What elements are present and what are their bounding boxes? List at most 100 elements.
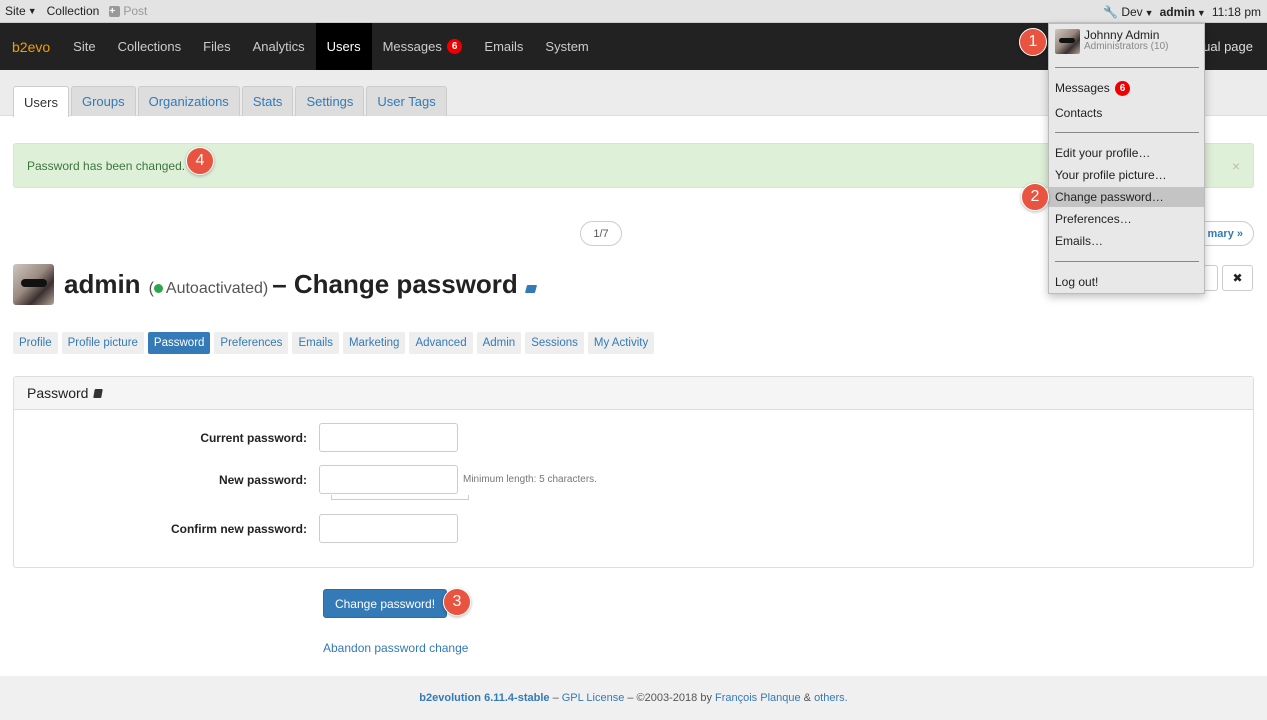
subtab-admin[interactable]: Admin bbox=[476, 332, 522, 354]
current-password-row: Current password: bbox=[14, 423, 458, 452]
confirm-password-row: Confirm new password: bbox=[14, 514, 458, 543]
nav-site[interactable]: Site bbox=[62, 23, 106, 70]
subtab-preferences[interactable]: Preferences bbox=[214, 332, 289, 354]
subtab-sessions[interactable]: Sessions bbox=[525, 332, 584, 354]
nav-emails[interactable]: Emails bbox=[473, 23, 534, 70]
subtab-profile[interactable]: Profile bbox=[13, 332, 58, 354]
password-panel: Password Current password: New password:… bbox=[13, 376, 1254, 568]
system-bar: Site ▼ Collection + Post 🔧 Dev ▼ admin ▼ 11:… bbox=[0, 0, 1267, 23]
new-password-label: New password: bbox=[218, 472, 307, 487]
avatar bbox=[1055, 29, 1080, 54]
post-link[interactable]: + Post bbox=[109, 4, 147, 18]
tab-users[interactable]: Users bbox=[13, 86, 69, 117]
menu-item-emails[interactable]: Emails… bbox=[1049, 231, 1204, 251]
tab-settings[interactable]: Settings bbox=[295, 86, 365, 116]
footer-separator: – bbox=[549, 692, 562, 704]
messages-badge: 6 bbox=[1114, 80, 1131, 96]
step-callout-1: 1 bbox=[1019, 28, 1047, 56]
user-menu[interactable]: admin ▼ bbox=[1160, 5, 1206, 19]
avatar[interactable] bbox=[13, 263, 54, 305]
menu-item-contacts[interactable]: Contacts bbox=[1049, 103, 1204, 123]
menu-item-change-password[interactable]: Change password… bbox=[1049, 187, 1204, 207]
nav-users[interactable]: Users bbox=[315, 23, 372, 70]
subtab-advanced[interactable]: Advanced bbox=[409, 332, 473, 354]
menu-item-messages-label: Messages bbox=[1055, 81, 1110, 95]
change-password-button[interactable]: Change password! bbox=[323, 589, 447, 618]
footer-license-link[interactable]: GPL License bbox=[562, 692, 625, 704]
alert-message: Password has been changed. bbox=[27, 158, 186, 173]
messages-badge: 6 bbox=[446, 39, 463, 54]
menu-item-logout[interactable]: Log out! bbox=[1049, 272, 1204, 292]
nav-files[interactable]: Files bbox=[192, 23, 241, 70]
wrench-icon: 🔧 bbox=[1103, 4, 1118, 19]
footer: b2evolution 6.11.4-stable – GPL License … bbox=[0, 676, 1267, 720]
menu-item-profile-picture[interactable]: Your profile picture… bbox=[1049, 165, 1204, 185]
panel-header: Password bbox=[14, 377, 1253, 410]
user-pager[interactable]: 1/7 bbox=[580, 221, 622, 246]
caret-down-icon: ▼ bbox=[1196, 7, 1206, 18]
dev-menu[interactable]: 🔧 Dev ▼ bbox=[1103, 5, 1154, 19]
clock-time: 11:18 pm bbox=[1211, 4, 1261, 19]
collection-link[interactable]: Collection bbox=[47, 4, 100, 18]
footer-amp: & bbox=[800, 692, 815, 704]
step-callout-3: 3 bbox=[443, 588, 471, 616]
new-password-hint: Minimum length: 5 characters. bbox=[463, 474, 597, 485]
dropdown-user-name: Johnny Admin bbox=[1084, 28, 1160, 42]
manual-book-icon[interactable] bbox=[93, 388, 104, 398]
footer-others-link[interactable]: others. bbox=[814, 692, 848, 704]
confirm-password-input[interactable] bbox=[319, 514, 458, 543]
menu-item-edit-profile[interactable]: Edit your profile… bbox=[1049, 143, 1204, 163]
dropdown-user-info[interactable]: Johnny Admin Administrators (10) bbox=[1055, 29, 1168, 54]
nav-messages[interactable]: Messages 6 bbox=[372, 23, 474, 70]
current-password-label: Current password: bbox=[200, 430, 307, 445]
subtab-marketing[interactable]: Marketing bbox=[342, 332, 406, 354]
divider bbox=[1055, 67, 1199, 68]
tab-groups[interactable]: Groups bbox=[70, 86, 136, 116]
footer-copyright: – ©2003-2018 by bbox=[624, 692, 715, 704]
brand-logo[interactable]: b2evo bbox=[0, 23, 62, 70]
footer-product-link[interactable]: b2evolution 6.11.4-stable bbox=[419, 692, 549, 704]
tab-stats[interactable]: Stats bbox=[241, 86, 294, 116]
nav-analytics[interactable]: Analytics bbox=[242, 23, 316, 70]
page-heading: admin (Autoactivated) – Change password bbox=[13, 263, 537, 305]
plus-icon: + bbox=[109, 5, 121, 17]
nav-messages-label: Messages bbox=[382, 39, 442, 54]
caret-down-icon: ▼ bbox=[1144, 7, 1154, 18]
close-icon[interactable]: × bbox=[1232, 158, 1240, 174]
subtab-emails[interactable]: Emails bbox=[292, 332, 339, 354]
page-title: admin (Autoactivated) – Change password bbox=[64, 268, 537, 300]
current-password-input[interactable] bbox=[319, 423, 458, 452]
tab-user-tags[interactable]: User Tags bbox=[366, 86, 447, 116]
heading-username: admin bbox=[64, 268, 141, 299]
menu-item-messages[interactable]: Messages 6 bbox=[1049, 78, 1204, 98]
status-badge: (Autoactivated) bbox=[149, 280, 269, 298]
divider bbox=[1055, 132, 1199, 133]
new-password-input[interactable] bbox=[319, 465, 458, 494]
subtab-profile-picture[interactable]: Profile picture bbox=[61, 332, 144, 354]
subtab-password[interactable]: Password bbox=[147, 332, 211, 354]
step-callout-2: 2 bbox=[1021, 183, 1049, 211]
dev-label: Dev bbox=[1121, 4, 1143, 19]
footer-author-link[interactable]: François Planque bbox=[715, 692, 801, 704]
heading-title-text: – Change password bbox=[272, 268, 518, 299]
site-menu[interactable]: Site ▼ bbox=[5, 4, 37, 18]
password-strength-bar bbox=[331, 495, 469, 500]
manual-book-icon[interactable] bbox=[524, 284, 537, 293]
confirm-password-label: Confirm new password: bbox=[170, 521, 307, 536]
subtab-my-activity[interactable]: My Activity bbox=[587, 332, 655, 354]
status-dot-icon bbox=[153, 283, 163, 293]
menu-item-preferences[interactable]: Preferences… bbox=[1049, 209, 1204, 229]
abandon-password-link[interactable]: Abandon password change bbox=[323, 641, 468, 655]
profile-subtabs: Profile Profile picture Password Prefere… bbox=[13, 332, 655, 354]
nav-system[interactable]: System bbox=[534, 23, 599, 70]
user-dropdown-menu: Johnny Admin Administrators (10) Message… bbox=[1048, 23, 1205, 294]
caret-down-icon: ▼ bbox=[27, 6, 37, 16]
panel-title: Password bbox=[27, 385, 89, 401]
divider bbox=[1055, 261, 1199, 262]
dropdown-user-group: Administrators (10) bbox=[1084, 41, 1169, 52]
nav-collections[interactable]: Collections bbox=[107, 23, 193, 70]
tab-organizations[interactable]: Organizations bbox=[137, 86, 240, 116]
status-text: Autoactivated) bbox=[165, 279, 269, 297]
site-label: Site bbox=[5, 4, 26, 18]
close-button[interactable]: ✖ bbox=[1222, 265, 1253, 291]
